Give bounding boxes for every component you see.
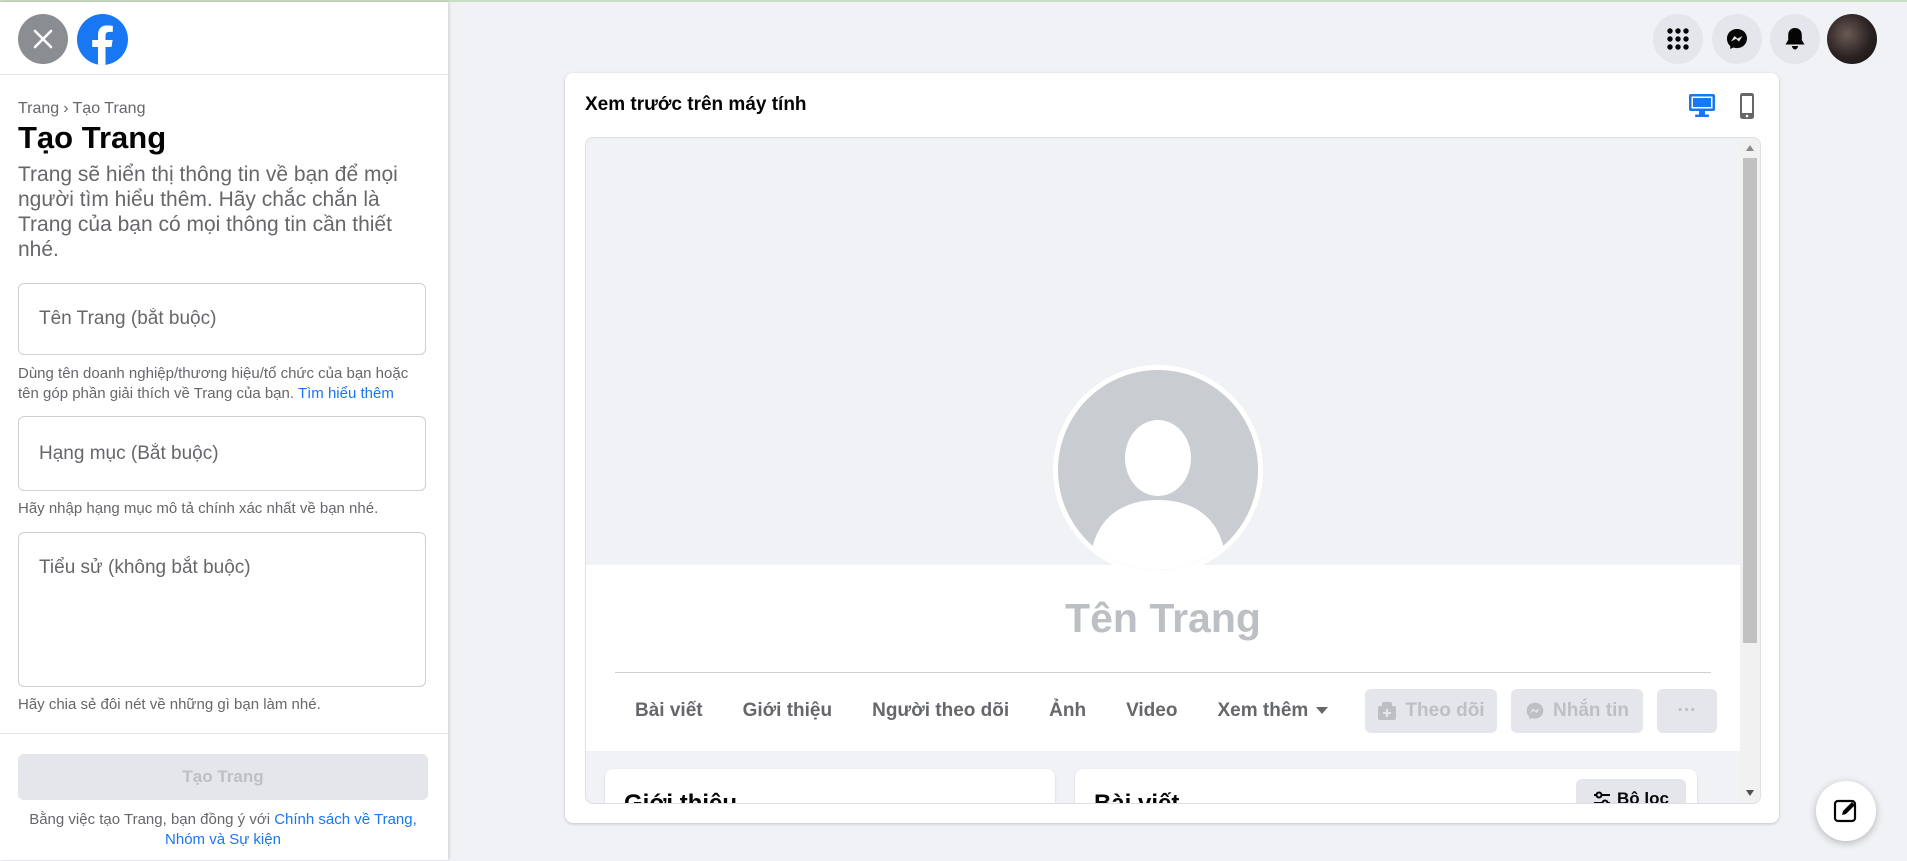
messenger-button[interactable] (1712, 14, 1762, 64)
grid-menu-icon (1667, 28, 1689, 50)
preview-card: Xem trước trên máy tính Tên Trang Bài vi… (565, 73, 1779, 823)
sidebar-footer: Tạo Trang Bằng việc tạo Trang, bạn đồng … (0, 733, 448, 861)
filter-icon (1594, 791, 1611, 803)
breadcrumb: Trang › Tạo Trang (18, 100, 145, 118)
terms-notice: Bằng việc tạo Trang, bạn đồng ý với Chín… (18, 810, 428, 850)
breadcrumb-current: Tạo Trang (72, 100, 146, 117)
follow-button[interactable]: Theo dõi (1365, 689, 1497, 733)
tab-followers[interactable]: Người theo dõi (852, 688, 1029, 734)
message-button-label: Nhắn tin (1553, 700, 1629, 721)
mobile-icon (1740, 93, 1754, 119)
preview-scrollbar[interactable] (1740, 138, 1760, 803)
page-title: Tạo Trang (18, 120, 167, 155)
page-name-hint: Dùng tên doanh nghiệp/thương hiệu/tổ chứ… (18, 364, 433, 404)
about-card-title: Giới thiệu (624, 790, 738, 804)
default-avatar-icon (1090, 420, 1226, 570)
follow-button-label: Theo dõi (1405, 700, 1485, 721)
menu-button[interactable] (1653, 14, 1703, 64)
desktop-icon (1689, 94, 1715, 117)
messenger-icon (1526, 702, 1544, 720)
preview-title: Xem trước trên máy tính (585, 94, 807, 115)
close-icon (33, 29, 53, 49)
breadcrumb-parent-link[interactable]: Trang (18, 100, 59, 117)
scroll-down-arrow-icon[interactable] (1746, 790, 1754, 796)
scroll-up-arrow-icon[interactable] (1746, 145, 1754, 151)
filter-button-label: Bộ lọc (1617, 789, 1669, 804)
desktop-view-toggle[interactable] (1687, 91, 1719, 121)
tab-more[interactable]: Xem thêm (1197, 688, 1348, 734)
page-name-field (18, 283, 426, 355)
page-tabs: Bài viết Giới thiệu Người theo dõi Ảnh V… (615, 688, 1348, 734)
caret-down-icon (1316, 707, 1329, 715)
compose-message-button[interactable] (1816, 781, 1876, 841)
tab-about[interactable]: Giới thiệu (723, 688, 853, 734)
posts-card-title: Bài viết (1094, 790, 1180, 804)
breadcrumb-separator: › (63, 100, 69, 117)
message-button[interactable]: Nhắn tin (1511, 689, 1643, 733)
bell-icon (1785, 28, 1805, 50)
category-field (18, 416, 426, 491)
page-description: Trang sẽ hiển thị thông tin về bạn để mọ… (18, 163, 398, 261)
create-page-button[interactable]: Tạo Trang (18, 754, 428, 800)
more-options-button[interactable]: ··· (1657, 689, 1717, 733)
page-name-preview: Tên Trang (1065, 595, 1261, 641)
bio-textarea[interactable] (19, 533, 425, 683)
terms-text: Bằng việc tạo Trang, bạn đồng ý với (29, 811, 271, 828)
bio-hint: Hãy chia sẻ đôi nét về những gì bạn làm … (18, 696, 321, 713)
tab-more-label: Xem thêm (1217, 700, 1309, 721)
follow-icon (1378, 702, 1397, 720)
category-input[interactable] (19, 417, 425, 490)
tab-posts[interactable]: Bài viết (615, 688, 723, 734)
tab-videos[interactable]: Video (1106, 688, 1197, 734)
account-avatar[interactable] (1827, 14, 1877, 64)
messenger-icon (1727, 29, 1747, 49)
filter-button[interactable]: Bộ lọc (1576, 779, 1686, 804)
page-preview-frame: Tên Trang Bài viết Giới thiệu Người theo… (585, 137, 1761, 804)
page-name-input[interactable] (19, 284, 425, 354)
mobile-view-toggle[interactable] (1733, 91, 1763, 121)
create-page-sidebar: Trang › Tạo Trang Tạo Trang Trang sẽ hiển … (0, 2, 448, 860)
bio-field (18, 532, 426, 687)
posts-card: Bài viết Bộ lọc (1075, 769, 1697, 804)
learn-more-link[interactable]: Tìm hiểu thêm (298, 385, 394, 402)
notifications-button[interactable] (1770, 14, 1820, 64)
close-button[interactable] (18, 14, 68, 64)
tab-photos[interactable]: Ảnh (1029, 688, 1106, 734)
scroll-thumb[interactable] (1743, 158, 1757, 643)
profile-picture-placeholder (1053, 365, 1263, 575)
sidebar-header (0, 2, 448, 75)
about-card: Giới thiệu (605, 769, 1055, 804)
profile-divider (615, 672, 1711, 673)
compose-icon (1833, 799, 1857, 823)
facebook-logo-icon[interactable] (77, 14, 128, 65)
category-hint: Hãy nhập hạng mục mô tả chính xác nhất v… (18, 500, 379, 517)
